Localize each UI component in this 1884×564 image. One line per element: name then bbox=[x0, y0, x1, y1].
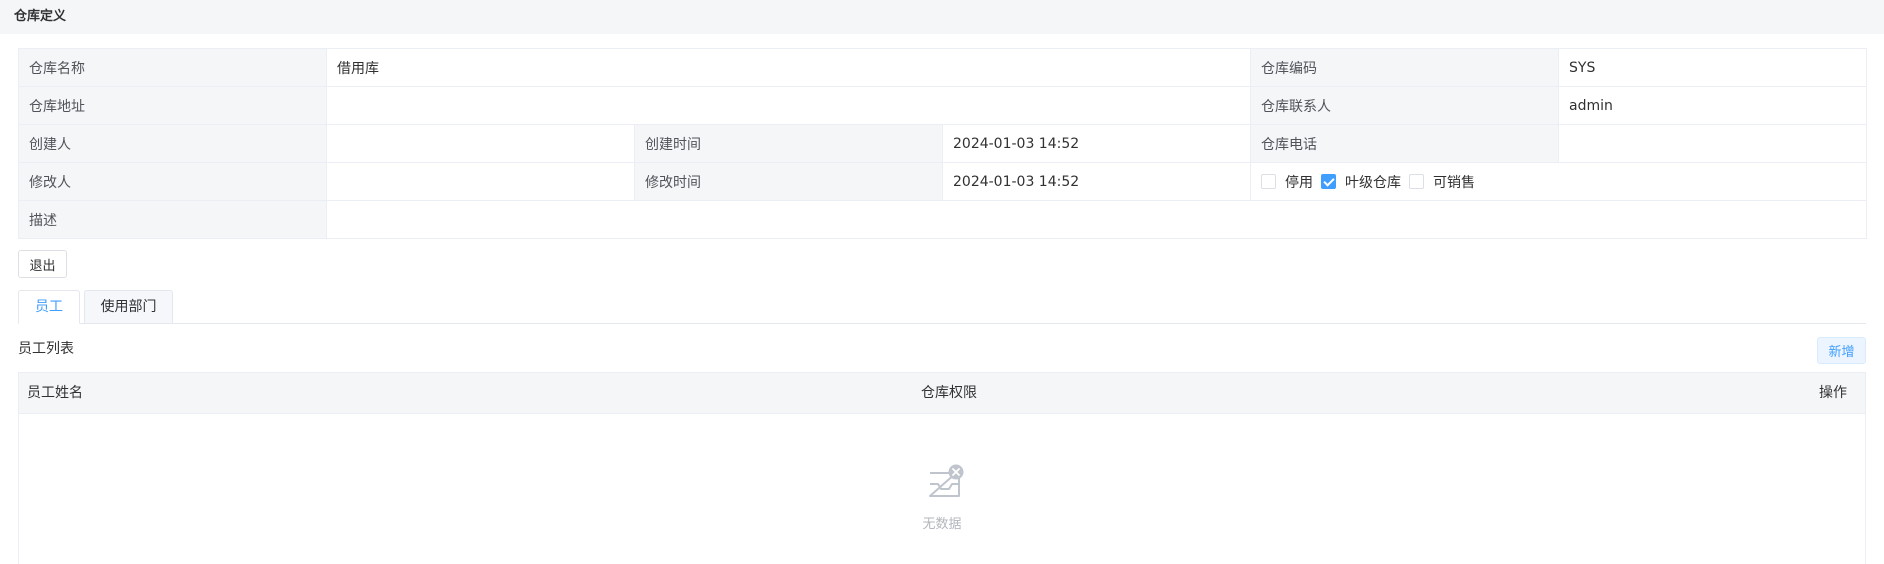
contact-label: 仓库联系人 bbox=[1250, 86, 1559, 125]
phone-value bbox=[1558, 124, 1867, 163]
column-warehouse-permission: 仓库权限 bbox=[921, 385, 977, 401]
create-time-label: 创建时间 bbox=[634, 124, 943, 163]
employee-table: 员工姓名 仓库权限 操作 无数据 bbox=[18, 372, 1866, 564]
empty-text: 无数据 bbox=[922, 517, 962, 532]
description-label: 描述 bbox=[18, 200, 327, 239]
empty-inbox-icon bbox=[929, 464, 964, 497]
modify-time-label: 修改时间 bbox=[634, 162, 943, 201]
modify-time-value: 2024-01-03 14:52 bbox=[942, 162, 1251, 201]
phone-label: 仓库电话 bbox=[1250, 124, 1559, 163]
page-title: 仓库定义 bbox=[0, 0, 1884, 34]
tab-employees[interactable]: 员工 bbox=[18, 290, 80, 324]
tab-bar: 员工 使用部门 bbox=[18, 290, 1866, 324]
contact-value: admin bbox=[1558, 86, 1867, 125]
sellable-checkbox-label: 可销售 bbox=[1433, 174, 1475, 191]
tab-departments[interactable]: 使用部门 bbox=[84, 290, 173, 324]
warehouse-form: 仓库名称 借用库 仓库编码 SYS 仓库地址 仓库联系人 admin 创建人 创… bbox=[18, 48, 1867, 239]
create-time-value: 2024-01-03 14:52 bbox=[942, 124, 1251, 163]
warehouse-name-label: 仓库名称 bbox=[18, 48, 327, 87]
warehouse-address-value bbox=[326, 86, 1251, 125]
disabled-checkbox-label: 停用 bbox=[1285, 174, 1313, 191]
column-employee-name: 员工姓名 bbox=[27, 385, 83, 401]
warehouse-code-value: SYS bbox=[1558, 48, 1867, 87]
column-actions: 操作 bbox=[1819, 385, 1847, 401]
warehouse-code-label: 仓库编码 bbox=[1250, 48, 1559, 87]
modifier-value bbox=[326, 162, 635, 201]
leaf-warehouse-checkbox[interactable]: 叶级仓库 bbox=[1321, 172, 1401, 192]
add-button[interactable]: 新增 bbox=[1817, 337, 1866, 364]
warehouse-name-value: 借用库 bbox=[326, 48, 1251, 87]
exit-button[interactable]: 退出 bbox=[18, 250, 67, 278]
sellable-checkbox-box[interactable] bbox=[1409, 174, 1424, 189]
leaf-warehouse-checkbox-box[interactable] bbox=[1321, 174, 1336, 189]
description-value bbox=[326, 200, 1867, 239]
modifier-label: 修改人 bbox=[18, 162, 327, 201]
creator-label: 创建人 bbox=[18, 124, 327, 163]
warehouse-flags: 停用 叶级仓库 可销售 bbox=[1250, 162, 1867, 201]
warehouse-address-label: 仓库地址 bbox=[18, 86, 327, 125]
disabled-checkbox[interactable]: 停用 bbox=[1261, 172, 1313, 192]
disabled-checkbox-box[interactable] bbox=[1261, 174, 1276, 189]
sellable-checkbox[interactable]: 可销售 bbox=[1409, 172, 1475, 192]
table-header: 员工姓名 仓库权限 操作 bbox=[19, 373, 1865, 414]
employee-list-title: 员工列表 bbox=[18, 341, 74, 357]
leaf-warehouse-checkbox-label: 叶级仓库 bbox=[1345, 174, 1401, 191]
creator-value bbox=[326, 124, 635, 163]
